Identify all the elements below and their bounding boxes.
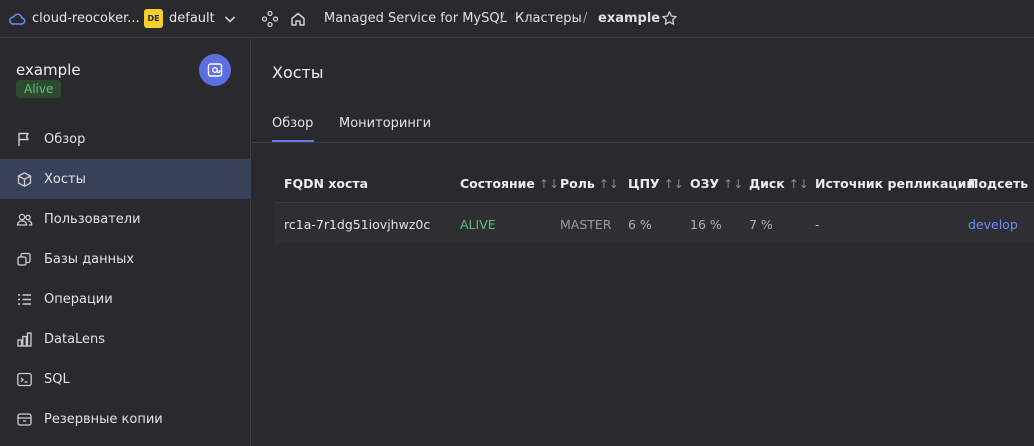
subnet-link[interactable]: develop [968,217,1018,232]
services-icon[interactable] [261,10,279,28]
breadcrumb-separator: / [500,11,505,26]
sidebar-item-label: Базы данных [44,252,135,267]
column-header-replication-source: Источник репликации [815,176,976,191]
chart-icon [17,332,32,347]
tab-monitoring[interactable]: Мониторинги [339,116,431,131]
sort-icon[interactable]: ↑↓ [599,177,619,191]
folder-badge: DE [144,9,163,28]
cell-state: ALIVE [460,217,496,232]
cloud-icon[interactable] [8,10,26,28]
column-header-role[interactable]: Роль ↑↓ [560,176,619,191]
terminal-icon [17,372,32,387]
cell-cpu: 6 % [628,217,652,232]
folder-selector[interactable]: default [169,11,215,26]
cube-icon [17,172,32,187]
databases-icon [17,252,31,266]
flag-icon [18,132,29,146]
column-header-label: ЦПУ [628,176,660,191]
cell-role: MASTER [560,217,612,232]
sidebar-item-hosts[interactable]: Хосты [0,159,251,199]
sort-icon[interactable]: ↑↓ [539,177,559,191]
sidebar-item-sql[interactable]: SQL [0,359,251,399]
main-content: Хосты Обзор Мониторинги FQDN хоста Состо… [252,39,1034,446]
column-header-label: Состояние [460,176,535,191]
sidebar-item-label: Пользователи [44,212,141,227]
list-icon [18,294,31,305]
sidebar-item-label: Обзор [44,132,86,147]
column-header-label: Роль [560,176,595,191]
breadcrumb-service[interactable]: Managed Service for MySQL [324,11,507,26]
cluster-name: example [16,61,81,79]
cell-replication-source: - [815,217,820,232]
backup-icon [17,413,32,426]
sidebar: example Alive Обзор Хосты Пользователи Б… [0,39,251,446]
sidebar-item-label: Хосты [44,172,86,187]
sidebar-item-users[interactable]: Пользователи [0,199,251,239]
column-header-cpu[interactable]: ЦПУ ↑↓ [628,176,684,191]
column-header-fqdn: FQDN хоста [284,176,369,191]
users-icon [16,213,33,226]
mysql-service-icon [199,54,231,86]
cloud-selector[interactable]: cloud-reocoker... [32,11,140,26]
home-icon[interactable] [289,10,307,28]
tab-overview[interactable]: Обзор [272,116,313,131]
sidebar-item-label: Резервные копии [44,412,163,427]
database-icon [207,63,223,77]
cell-disk: 7 % [749,217,773,232]
cell-fqdn: rc1a-7r1dg51iovjhwz0c [284,217,431,232]
sidebar-item-operations[interactable]: Операции [0,279,251,319]
column-header-label: ОЗУ [690,176,720,191]
sidebar-item-label: SQL [44,372,70,387]
sort-icon[interactable]: ↑↓ [789,177,809,191]
cell-ram: 16 % [690,217,722,232]
sort-icon[interactable]: ↑↓ [664,177,684,191]
chevron-down-icon[interactable] [222,11,238,27]
sidebar-item-overview[interactable]: Обзор [0,119,251,159]
column-header-state[interactable]: Состояние ↑↓ [460,176,559,191]
active-tab-indicator [272,140,314,142]
breadcrumb-current: example [598,11,661,26]
sidebar-item-databases[interactable]: Базы данных [0,239,251,279]
star-icon[interactable] [661,10,678,27]
status-badge: Alive [16,80,62,98]
sidebar-item-label: DataLens [44,332,106,347]
sidebar-item-label: Операции [44,292,113,307]
page-title: Хосты [272,63,324,82]
sidebar-item-backups[interactable]: Резервные копии [0,399,251,439]
column-header-label: Диск [749,176,785,191]
tab-bar: Обзор Мониторинги [252,103,1034,143]
column-header-disk[interactable]: Диск ↑↓ [749,176,809,191]
column-header-ram[interactable]: ОЗУ ↑↓ [690,176,743,191]
column-header-subnet: Подсеть [968,176,1029,191]
sort-icon[interactable]: ↑↓ [723,177,743,191]
breadcrumb-clusters[interactable]: Кластеры [515,11,582,26]
sidebar-item-datalens[interactable]: DataLens [0,319,251,359]
breadcrumb-separator: / [583,11,588,26]
top-bar: cloud-reocoker... DE default Managed Ser… [0,0,1034,38]
